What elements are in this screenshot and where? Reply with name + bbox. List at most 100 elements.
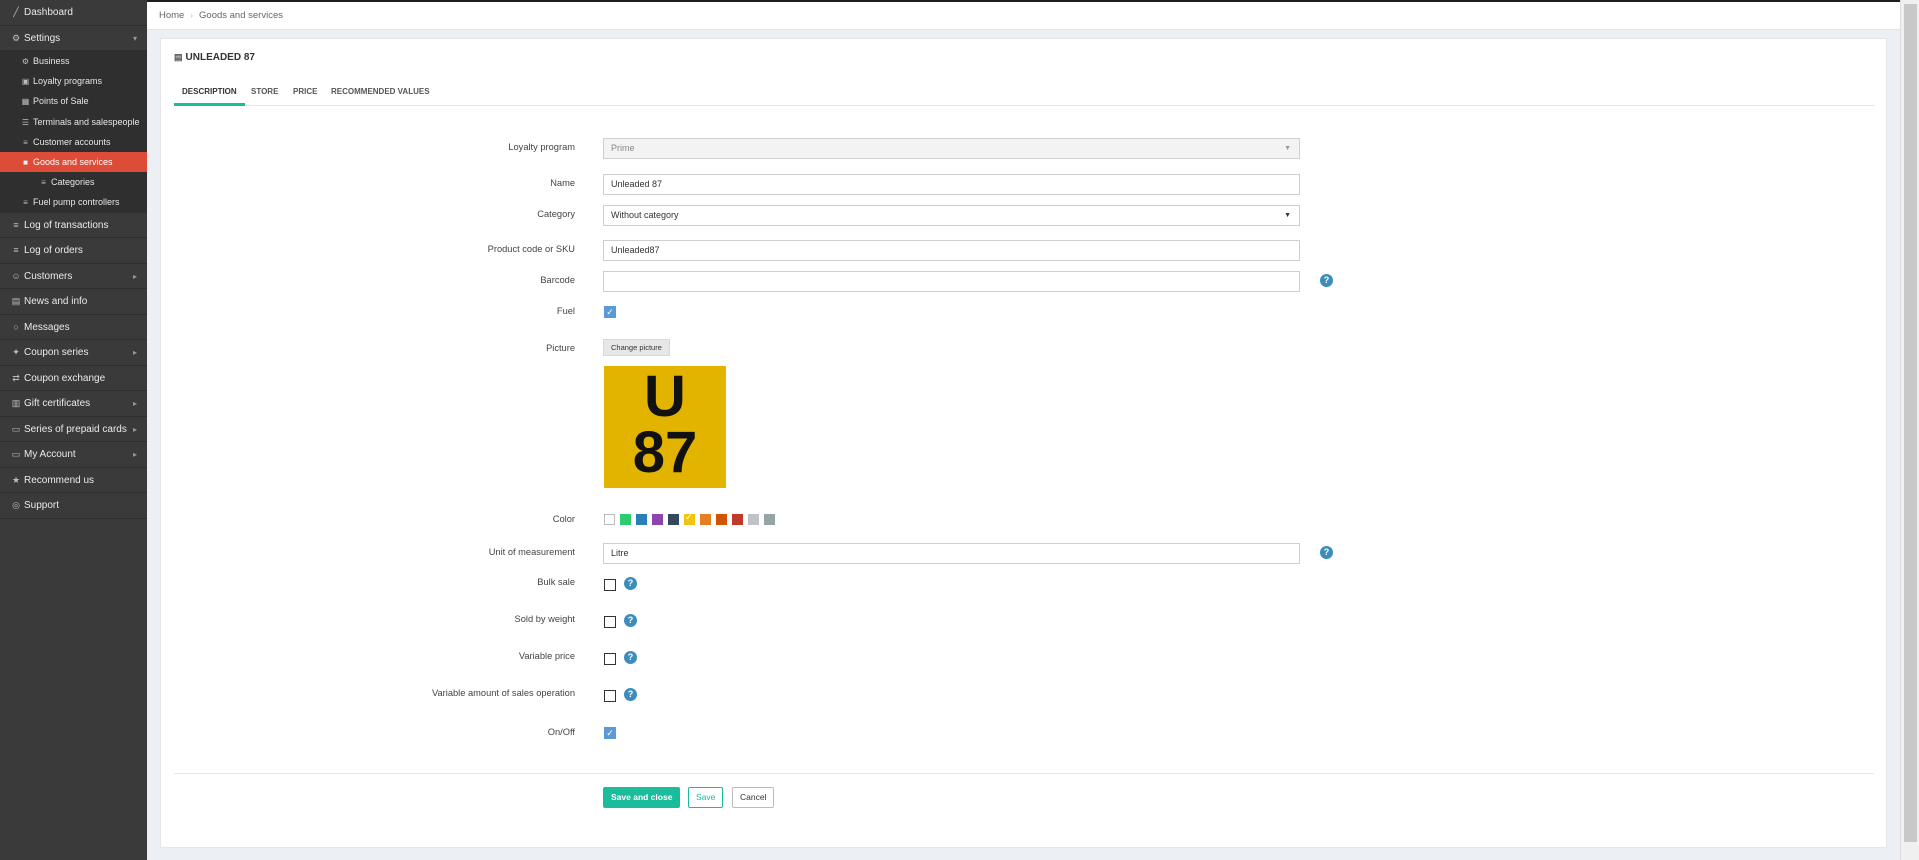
variable-price-label: Variable price <box>518 651 575 661</box>
color-swatch[interactable] <box>604 514 615 525</box>
color-swatch[interactable]: ✓ <box>684 512 695 525</box>
save-button[interactable]: Save <box>688 787 724 808</box>
variable-amount-checkbox[interactable] <box>604 690 616 702</box>
sold-by-weight-checkbox[interactable] <box>604 616 616 628</box>
color-swatch[interactable] <box>636 514 647 525</box>
chevron-right-icon: › <box>190 11 194 20</box>
color-swatch[interactable] <box>732 514 743 525</box>
support-icon: ◎ <box>12 500 20 510</box>
loyalty-program-select: Prime ▼ <box>603 138 1300 159</box>
variable-amount-label: Variable amount of sales operation <box>432 688 575 698</box>
certificate-icon: ▥ <box>11 398 21 408</box>
gear-icon: ⚙ <box>21 57 30 66</box>
sku-label: Product code or SKU <box>487 244 575 254</box>
sidebar-item-log-orders[interactable]: ≡ Log of orders <box>0 238 147 264</box>
name-label: Name <box>550 178 575 188</box>
barcode-help-icon[interactable]: ? <box>1320 274 1333 287</box>
breadcrumb-current: Goods and services <box>199 10 283 21</box>
bulk-sale-help-icon[interactable]: ? <box>624 577 637 590</box>
sidebar-item-business[interactable]: ⚙ Business <box>0 51 147 72</box>
list-icon: ≡ <box>13 245 19 255</box>
sidebar-item-label: Business <box>33 56 70 66</box>
square-icon: ■ <box>23 157 28 167</box>
list-icon: ≡ <box>23 137 28 147</box>
fuel-label: Fuel <box>556 306 575 316</box>
barcode-input[interactable] <box>603 271 1300 292</box>
scroll-thumb[interactable] <box>1904 4 1917 842</box>
cancel-button[interactable]: Cancel <box>732 787 775 808</box>
change-picture-button[interactable]: Change picture <box>603 339 670 356</box>
breadcrumb-home-link[interactable]: Home <box>159 10 184 21</box>
sidebar-item-categories[interactable]: ≡ Categories <box>0 172 147 193</box>
tab-description[interactable]: DESCRIPTION <box>174 83 245 106</box>
variable-price-help-icon[interactable]: ? <box>624 651 637 664</box>
sidebar-item-gift-certificates[interactable]: ▥ Gift certificates ▸ <box>0 391 147 417</box>
star-icon: ★ <box>11 474 21 485</box>
sidebar-item-customer-accounts[interactable]: ≡ Customer accounts <box>0 131 147 152</box>
sidebar-item-goods-and-services[interactable]: ■ Goods and services <box>0 151 147 173</box>
sidebar-item-recommend-us[interactable]: ★ Recommend us <box>0 468 147 493</box>
sidebar-item-label: Goods and services <box>33 156 113 167</box>
name-input[interactable]: Unleaded 87 <box>603 174 1300 195</box>
on-off-checkbox[interactable]: ✓ <box>604 727 616 739</box>
cart-icon: ☰ <box>21 117 30 127</box>
sidebar-item-customers[interactable]: ☺ Customers ▸ <box>0 264 147 289</box>
caret-right-icon: ▸ <box>132 271 137 281</box>
tab-price[interactable]: PRICE <box>285 83 325 106</box>
tab-recommended-values[interactable]: RECOMMENDED VALUES <box>323 83 438 106</box>
category-select[interactable]: Without category ▼ <box>603 205 1300 226</box>
sidebar-item-my-account[interactable]: ▭ My Account ▸ <box>0 442 147 468</box>
sidebar-item-coupon-exchange[interactable]: ⇄ Coupon exchange <box>0 366 147 391</box>
sidebar-item-label: Customers <box>24 270 73 282</box>
color-swatch[interactable] <box>652 514 663 525</box>
list-icon: ≡ <box>41 178 46 188</box>
sidebar-item-support[interactable]: ◎ Support <box>0 493 147 519</box>
on-off-label: On/Off <box>547 727 575 737</box>
sidebar-item-dashboard[interactable]: ╱ Dashboard <box>0 0 147 26</box>
category-value: Without category <box>611 210 679 220</box>
building-icon: ▦ <box>21 97 30 107</box>
chart-line-icon: ╱ <box>13 7 19 17</box>
sidebar-item-messages[interactable]: ○ Messages <box>0 315 147 340</box>
bulk-sale-checkbox[interactable] <box>604 579 616 591</box>
sidebar-item-settings[interactable]: ⚙ Settings ▾ <box>0 26 147 51</box>
sku-input[interactable]: Unleaded87 <box>603 240 1300 261</box>
color-swatch[interactable] <box>700 514 711 525</box>
caret-right-icon: ▸ <box>132 399 137 408</box>
sidebar-item-log-transactions[interactable]: ≡ Log of transactions <box>0 213 147 238</box>
fuel-checkbox[interactable]: ✓ <box>604 306 616 318</box>
loyalty-program-value: Prime <box>611 143 635 153</box>
page-title-text: UNLEADED 87 <box>185 52 255 63</box>
sidebar-item-label: Dashboard <box>24 7 73 18</box>
sidebar-item-label: Log of transactions <box>24 219 109 231</box>
sidebar-item-prepaid-cards[interactable]: ▭ Series of prepaid cards ▸ <box>0 417 147 442</box>
sidebar-item-loyalty-programs[interactable]: ▣ Loyalty programs <box>0 71 147 92</box>
color-swatch[interactable] <box>668 514 679 525</box>
color-swatch[interactable] <box>748 514 759 525</box>
form-divider <box>174 773 1874 774</box>
tab-bar: DESCRIPTION STORE PRICE RECOMMENDED VALU… <box>174 83 1874 106</box>
color-swatch[interactable] <box>620 514 631 525</box>
color-swatch[interactable] <box>764 514 775 525</box>
page-scrollbar[interactable] <box>1900 0 1919 860</box>
save-and-close-button[interactable]: Save and close <box>603 787 681 808</box>
sidebar-item-label: Categories <box>51 177 95 188</box>
unit-help-icon[interactable]: ? <box>1320 546 1333 559</box>
sold-by-weight-label: Sold by weight <box>514 614 575 624</box>
sidebar-item-terminals[interactable]: ☰ Terminals and salespeople <box>0 111 147 132</box>
variable-amount-help-icon[interactable]: ? <box>624 688 637 701</box>
sidebar-item-points-of-sale[interactable]: ▦ Points of Sale <box>0 91 147 112</box>
sidebar-item-label: Loyalty programs <box>33 76 103 87</box>
breadcrumb: Home › Goods and services <box>147 2 1900 30</box>
color-swatch[interactable] <box>716 514 727 525</box>
sidebar-item-fuel-pump-controllers[interactable]: ≡ Fuel pump controllers <box>0 192 147 213</box>
variable-price-checkbox[interactable] <box>604 653 616 665</box>
sidebar-item-label: News and info <box>24 296 88 307</box>
sold-by-weight-help-icon[interactable]: ? <box>624 614 637 627</box>
sidebar-item-coupon-series[interactable]: ✦ Coupon series ▸ <box>0 340 147 366</box>
sidebar-item-news-info[interactable]: ▤ News and info <box>0 289 147 315</box>
unit-input[interactable]: Litre <box>603 543 1300 564</box>
tab-store[interactable]: STORE <box>243 83 286 106</box>
list-icon: ≡ <box>23 198 28 208</box>
list-icon: ≡ <box>13 219 19 230</box>
